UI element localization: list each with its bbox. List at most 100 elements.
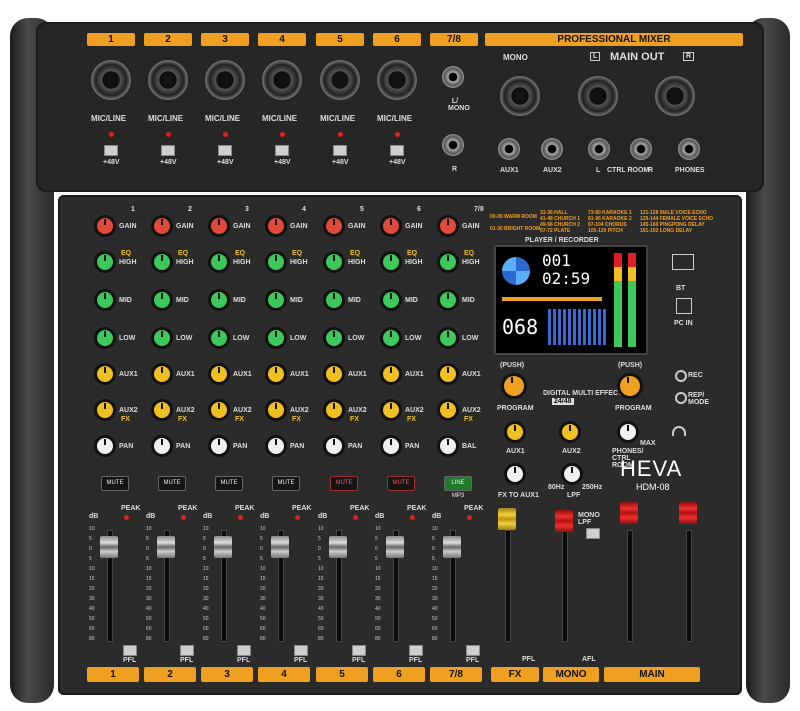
main-out-l-xlr[interactable] xyxy=(578,76,618,116)
ch4-fader[interactable] xyxy=(271,536,289,558)
ch78-l-jack[interactable] xyxy=(442,66,464,88)
ch3-pfl-button[interactable] xyxy=(237,645,251,656)
ch4-aux2-knob[interactable] xyxy=(268,402,284,418)
ch6-mid-knob[interactable] xyxy=(383,292,399,308)
ch1-fader[interactable] xyxy=(100,536,118,558)
lpf-knob[interactable] xyxy=(564,466,580,482)
phantom-switch-2[interactable] xyxy=(161,145,175,156)
ch1-mid-knob[interactable] xyxy=(97,292,113,308)
usb-port[interactable] xyxy=(672,254,694,270)
ch2-high-knob[interactable] xyxy=(154,254,170,270)
ch1-gain-knob[interactable] xyxy=(97,218,113,234)
ch7-aux1-knob[interactable] xyxy=(440,366,456,382)
ch1-high-knob[interactable] xyxy=(97,254,113,270)
ch2-pfl-button[interactable] xyxy=(180,645,194,656)
mono-fader[interactable] xyxy=(555,510,573,532)
phantom-switch-4[interactable] xyxy=(275,145,289,156)
ch5-mid-knob[interactable] xyxy=(326,292,342,308)
ch4-aux1-knob[interactable] xyxy=(268,366,284,382)
ch2-mute-button[interactable]: MUTE xyxy=(158,476,186,491)
ch3-gain-knob[interactable] xyxy=(211,218,227,234)
ch78-r-jack[interactable] xyxy=(442,134,464,156)
ch7-high-knob[interactable] xyxy=(440,254,456,270)
phantom-switch-6[interactable] xyxy=(390,145,404,156)
ch3-aux1-knob[interactable] xyxy=(211,366,227,382)
pc-usb-port[interactable] xyxy=(676,298,692,314)
mono-out-xlr[interactable] xyxy=(500,76,540,116)
main-l-fader[interactable] xyxy=(620,502,638,524)
master-aux2-knob[interactable] xyxy=(562,424,578,440)
ch5-mute-button[interactable]: MUTE xyxy=(330,476,358,491)
phantom-switch-3[interactable] xyxy=(218,145,232,156)
mic-line-combo-jack-3[interactable] xyxy=(205,60,245,100)
ch3-aux2-knob[interactable] xyxy=(211,402,227,418)
ch6-mute-button[interactable]: MUTE xyxy=(387,476,415,491)
ch3-high-knob[interactable] xyxy=(211,254,227,270)
ch6-pan-knob[interactable] xyxy=(383,438,399,454)
ch4-mute-button[interactable]: MUTE xyxy=(272,476,300,491)
ch3-mid-knob[interactable] xyxy=(211,292,227,308)
ch7-mute-button[interactable]: LINE MP3 xyxy=(444,476,472,499)
ch2-fader[interactable] xyxy=(157,536,175,558)
ch4-mid-knob[interactable] xyxy=(268,292,284,308)
ctrl-room-l-jack[interactable] xyxy=(588,138,610,160)
ch6-pfl-button[interactable] xyxy=(409,645,423,656)
program-knob-1[interactable] xyxy=(504,376,524,396)
ch5-aux1-knob[interactable] xyxy=(326,366,342,382)
ch7-fader[interactable] xyxy=(443,536,461,558)
ch7-pfl-button[interactable] xyxy=(466,645,480,656)
mic-line-combo-jack-2[interactable] xyxy=(148,60,188,100)
ch2-gain-knob[interactable] xyxy=(154,218,170,234)
ch2-aux1-knob[interactable] xyxy=(154,366,170,382)
ch6-high-knob[interactable] xyxy=(383,254,399,270)
ch4-gain-knob[interactable] xyxy=(268,218,284,234)
rep-mode-button[interactable] xyxy=(675,392,687,404)
ch5-pan-knob[interactable] xyxy=(326,438,342,454)
ch7-gain-knob[interactable] xyxy=(440,218,456,234)
ch3-mute-button[interactable]: MUTE xyxy=(215,476,243,491)
ch4-pfl-button[interactable] xyxy=(294,645,308,656)
ch6-aux2-knob[interactable] xyxy=(383,402,399,418)
ch4-pan-knob[interactable] xyxy=(268,438,284,454)
ch3-fader[interactable] xyxy=(214,536,232,558)
ch1-aux1-knob[interactable] xyxy=(97,366,113,382)
aux2-out-jack[interactable] xyxy=(541,138,563,160)
fx-fader[interactable] xyxy=(498,508,516,530)
ch5-low-knob[interactable] xyxy=(326,330,342,346)
mono-lpf-switch[interactable] xyxy=(586,528,600,539)
ch3-low-knob[interactable] xyxy=(211,330,227,346)
phantom-switch-5[interactable] xyxy=(333,145,347,156)
ch7-aux2-knob[interactable] xyxy=(440,402,456,418)
ch6-fader[interactable] xyxy=(386,536,404,558)
ch6-gain-knob[interactable] xyxy=(383,218,399,234)
fx-to-aux1-knob[interactable] xyxy=(507,466,523,482)
main-out-r-xlr[interactable] xyxy=(655,76,695,116)
ch1-pfl-button[interactable] xyxy=(123,645,137,656)
ch2-pan-knob[interactable] xyxy=(154,438,170,454)
program-knob-2[interactable] xyxy=(620,376,640,396)
ch5-fader[interactable] xyxy=(329,536,347,558)
ch1-low-knob[interactable] xyxy=(97,330,113,346)
ch7-pan-knob[interactable] xyxy=(440,438,456,454)
mic-line-combo-jack-4[interactable] xyxy=(262,60,302,100)
ch2-mid-knob[interactable] xyxy=(154,292,170,308)
ch5-aux2-knob[interactable] xyxy=(326,402,342,418)
mic-line-combo-jack-5[interactable] xyxy=(320,60,360,100)
ch1-pan-knob[interactable] xyxy=(97,438,113,454)
phantom-switch-1[interactable] xyxy=(104,145,118,156)
phones-ctrl-knob[interactable] xyxy=(620,424,636,440)
master-aux1-knob[interactable] xyxy=(507,424,523,440)
aux1-out-jack[interactable] xyxy=(498,138,520,160)
ch7-mid-knob[interactable] xyxy=(440,292,456,308)
ch2-low-knob[interactable] xyxy=(154,330,170,346)
ch6-aux1-knob[interactable] xyxy=(383,366,399,382)
ch4-high-knob[interactable] xyxy=(268,254,284,270)
ch1-aux2-knob[interactable] xyxy=(97,402,113,418)
ch3-pan-knob[interactable] xyxy=(211,438,227,454)
ch5-pfl-button[interactable] xyxy=(352,645,366,656)
ch1-mute-button[interactable]: MUTE xyxy=(101,476,129,491)
ch2-aux2-knob[interactable] xyxy=(154,402,170,418)
ch7-low-knob[interactable] xyxy=(440,330,456,346)
ch6-low-knob[interactable] xyxy=(383,330,399,346)
phones-jack[interactable] xyxy=(678,138,700,160)
